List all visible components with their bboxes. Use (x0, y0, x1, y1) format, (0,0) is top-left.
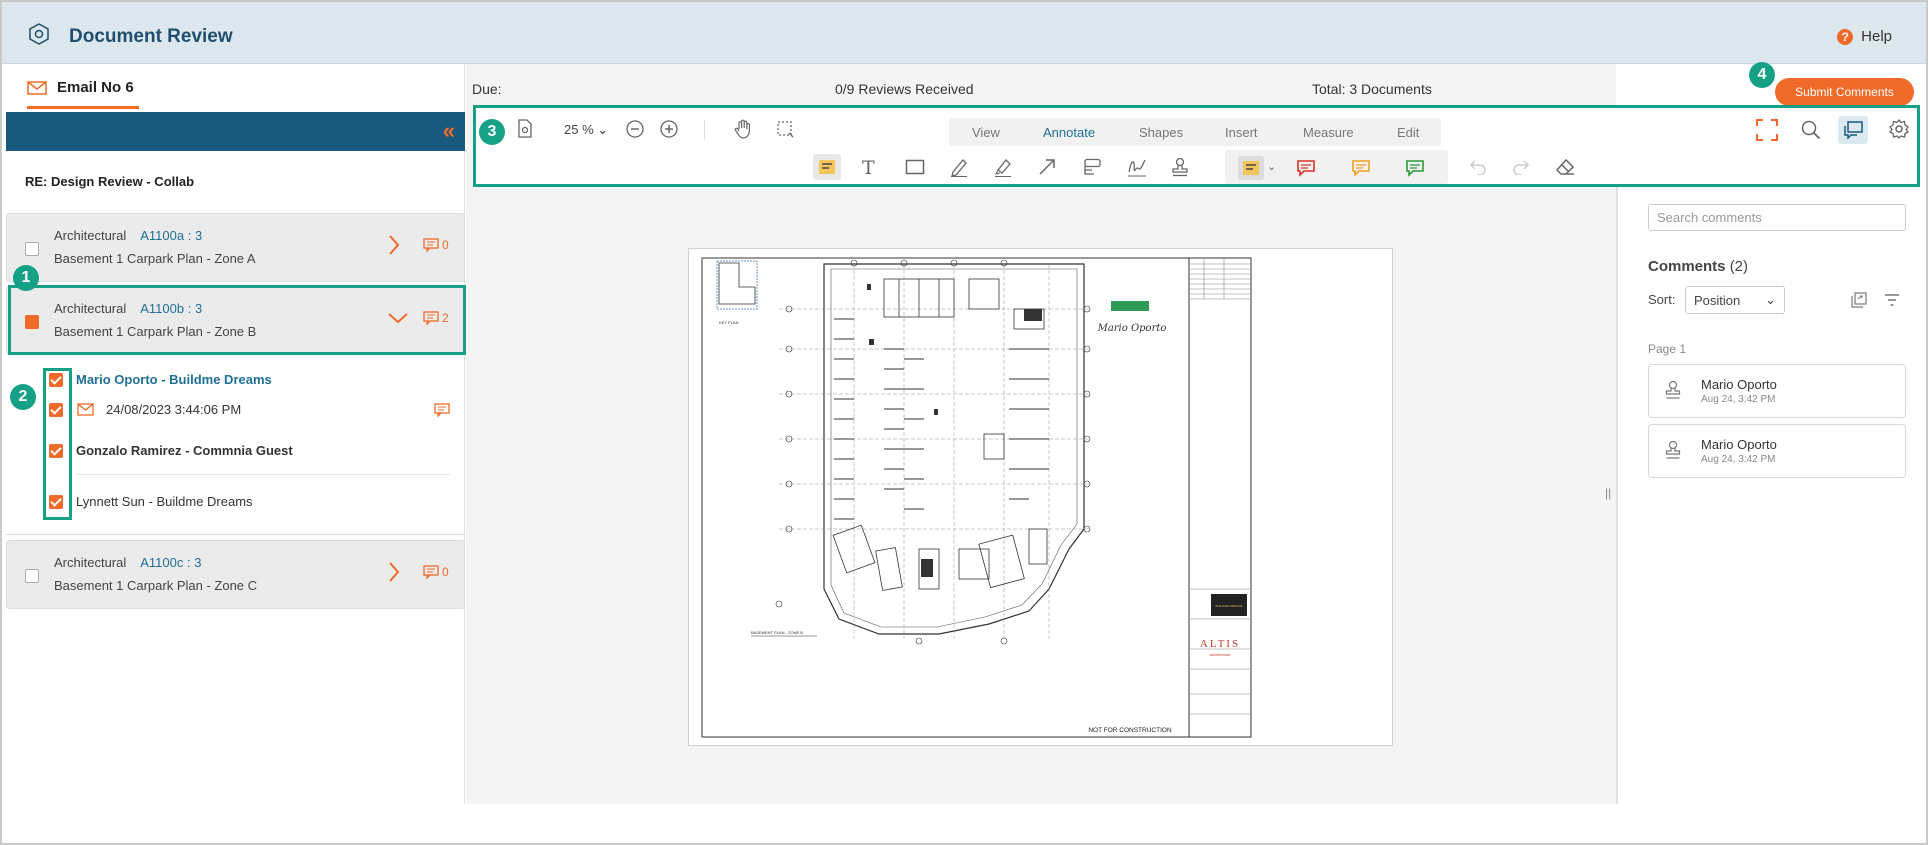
divider (76, 474, 450, 475)
sort-label: Sort: (1648, 292, 1676, 307)
reviewer-name[interactable]: Mario Oporto - Buildme Dreams (76, 372, 272, 387)
comment-icon[interactable] (434, 403, 450, 417)
divider (6, 534, 465, 535)
comment-author: Mario Oporto (1701, 437, 1777, 452)
sort-select[interactable]: Position ⌄ (1685, 286, 1785, 314)
drawing-brand-sub: architecture (1210, 652, 1232, 657)
annotation-box-2 (43, 368, 72, 520)
comment-icon (423, 565, 439, 579)
document-code: A1100c : 3 (140, 555, 202, 570)
tab-underline (27, 106, 139, 109)
drawing-stamp: NOT FOR CONSTRUCTION (1088, 727, 1172, 734)
comment-count[interactable]: 0 (423, 565, 449, 579)
chevron-right-icon[interactable] (387, 561, 401, 583)
sidebar-toolbar: « (6, 112, 465, 151)
document-row[interactable]: Architectural A1100c : 3 Basement 1 Carpa… (6, 540, 465, 609)
comments-heading: Comments (2) (1648, 258, 1749, 275)
submit-comments-button[interactable]: Submit Comments (1775, 78, 1914, 106)
document-code: A1100a : 3 (140, 228, 203, 243)
document-row[interactable]: Architectural A1100a : 3 Basement 1 Carpa… (6, 213, 465, 282)
panel-divider (1616, 186, 1617, 804)
document-name: Basement 1 Carpark Plan - Zone A (54, 251, 256, 266)
footer-space (2, 804, 1926, 843)
comment-count[interactable]: 0 (423, 238, 449, 252)
envelope-icon (77, 403, 94, 416)
app-header: Document Review ? Help (2, 2, 1926, 64)
annotation-badge-1: 1 (13, 265, 39, 291)
comment-card[interactable]: Mario Oporto Aug 24, 3:42 PM (1648, 424, 1906, 478)
comment-time: Aug 24, 3:42 PM (1701, 454, 1776, 465)
comments-panel: || Search comments Comments (2) Sort: Po… (1605, 186, 1926, 804)
comment-card[interactable]: Mario Oporto Aug 24, 3:42 PM (1648, 364, 1906, 418)
document-name: Basement 1 Carpark Plan - Zone C (54, 578, 258, 593)
document-discipline: Architectural (54, 228, 127, 243)
tab-email-label: Email No 6 (57, 79, 134, 96)
svg-text:BUILDME DREAMS: BUILDME DREAMS (1215, 604, 1242, 608)
document-checkbox[interactable] (25, 569, 39, 583)
home-icon[interactable] (28, 23, 50, 45)
due-label: Due: (472, 81, 502, 97)
page-group-label: Page 1 (1648, 342, 1687, 356)
filter-icon[interactable] (1884, 294, 1900, 306)
document-page[interactable]: BUILDME DREAMS ALTIS architecture NOT FO… (688, 248, 1393, 746)
stamp-icon (1665, 440, 1681, 460)
document-checkbox[interactable] (25, 242, 39, 256)
app-title: Document Review (69, 26, 233, 47)
comment-author: Mario Oporto (1701, 377, 1777, 392)
envelope-icon (27, 80, 47, 95)
reviewer-name[interactable]: Gonzalo Ramirez - Commnia Guest (76, 443, 293, 458)
email-subject: RE: Design Review - Collab (25, 174, 195, 189)
search-comments-input[interactable]: Search comments (1648, 204, 1906, 231)
drawing-signature: Mario Oporto (1097, 323, 1167, 334)
review-date: 24/08/2023 3:44:06 PM (106, 402, 242, 417)
stamp-icon (1665, 380, 1681, 400)
comment-time: Aug 24, 3:42 PM (1701, 394, 1776, 405)
annotation-box-1 (8, 285, 466, 355)
reviews-received: 0/9 Reviews Received (835, 81, 974, 97)
help-link[interactable]: ? Help (1837, 28, 1892, 45)
drawing-brand: ALTIS (1200, 638, 1240, 650)
chevron-down-icon: ⌄ (1765, 292, 1776, 307)
plan-label: BASEMENT PLAN - ZONE B (751, 630, 803, 635)
collapse-sidebar-icon[interactable]: « (443, 118, 455, 144)
document-discipline: Architectural (54, 555, 127, 570)
total-documents: Total: 3 Documents (1312, 81, 1432, 97)
annotation-badge-4: 4 (1749, 62, 1775, 88)
architectural-drawing: BUILDME DREAMS ALTIS architecture NOT FO… (701, 257, 1252, 738)
annotation-box-3 (473, 105, 1920, 187)
resize-handle-icon[interactable]: || (1605, 486, 1611, 500)
export-comments-icon[interactable] (1851, 292, 1867, 308)
annotation-badge-3: 3 (479, 119, 505, 145)
tab-email[interactable]: Email No 6 (27, 79, 134, 96)
help-icon: ? (1837, 28, 1854, 45)
help-label: Help (1861, 28, 1892, 45)
comment-icon (423, 238, 439, 252)
reviewer-name[interactable]: Lynnett Sun - Buildme Dreams (76, 494, 253, 509)
chevron-right-icon[interactable] (387, 234, 401, 256)
key-plan-label: KEY PLAN (719, 320, 739, 325)
annotation-badge-2: 2 (10, 384, 36, 410)
